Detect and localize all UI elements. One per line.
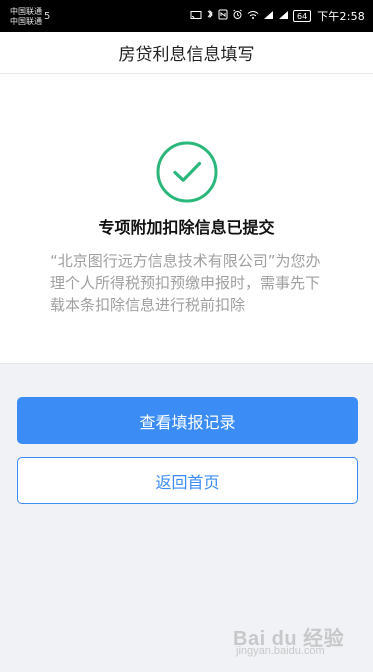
success-title: 专项附加扣除信息已提交 <box>98 218 275 237</box>
baidu-jingyan-watermark: Bai du 经验 jingyan.baidu.com <box>233 622 353 660</box>
page-title: 房贷利息信息填写 <box>118 45 255 65</box>
wifi-icon <box>247 10 259 23</box>
carrier-badge: 5 <box>44 11 51 22</box>
success-card: 专项附加扣除信息已提交 “北京图行远方信息技术有限公司”为您办理个人所得税预扣预… <box>0 74 373 364</box>
view-records-button[interactable]: 查看填报记录 <box>17 397 358 444</box>
status-bar: 中国联通 中国联通 5 64 下午2:58 <box>0 0 373 32</box>
alarm-icon <box>232 9 243 23</box>
status-time: 下午2:58 <box>317 10 365 23</box>
bluetooth-icon <box>206 9 214 23</box>
signal-icon <box>263 10 274 23</box>
nfc-icon <box>218 9 228 23</box>
battery-indicator: 64 <box>293 10 312 22</box>
carrier-top-label: 中国联通 <box>10 7 42 16</box>
success-check-icon <box>155 140 219 204</box>
watermark-subtitle: jingyan.baidu.com <box>236 645 325 657</box>
carrier-info: 中国联通 中国联通 <box>10 7 42 27</box>
carrier-bottom-label: 中国联通 <box>10 17 42 26</box>
cast-icon <box>190 10 202 23</box>
page-header: 房贷利息信息填写 <box>0 32 373 74</box>
signal-icon <box>278 10 289 23</box>
back-home-button[interactable]: 返回首页 <box>17 457 358 504</box>
success-description: “北京图行远方信息技术有限公司”为您办理个人所得税预扣预缴申报时，需事先下载本条… <box>50 252 321 314</box>
status-icons: 64 下午2:58 <box>190 0 365 32</box>
